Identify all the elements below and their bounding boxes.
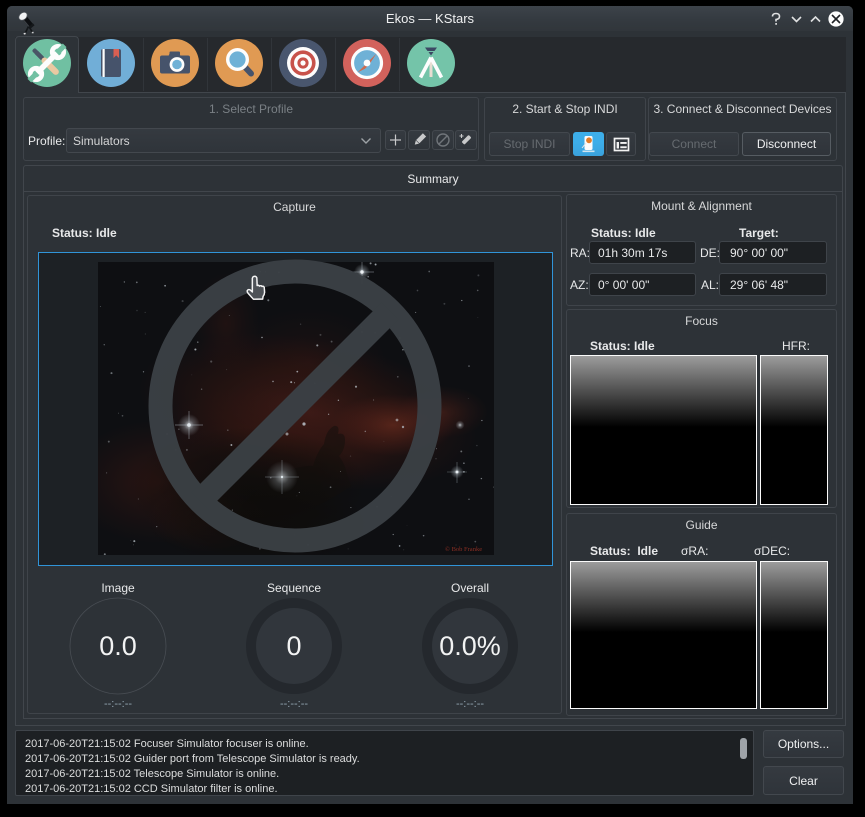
svg-text:0.0%: 0.0% bbox=[439, 631, 501, 661]
svg-text:0: 0 bbox=[286, 631, 301, 661]
svg-text:0.0: 0.0 bbox=[99, 631, 137, 661]
